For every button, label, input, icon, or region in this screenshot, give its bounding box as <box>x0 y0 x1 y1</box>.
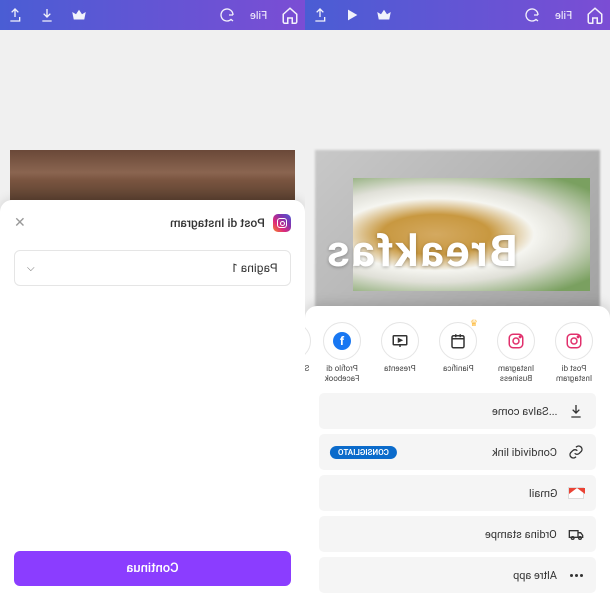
download-icon <box>567 402 585 420</box>
page-label: Pagina 1 <box>231 261 278 275</box>
left-screen: File Post di Instagram ✕ Pagina 1 ⌵ <box>0 0 305 600</box>
home-icon[interactable] <box>586 6 604 24</box>
canvas-left: Post di Instagram ✕ Pagina 1 ⌵ Continua <box>0 30 305 600</box>
download-icon[interactable] <box>38 6 56 24</box>
file-menu[interactable]: File <box>555 9 572 22</box>
export-sheet: Post di Instagram ✕ Pagina 1 ⌵ Continua <box>0 200 305 600</box>
canvas-overlay-text: Breakfas <box>325 225 518 277</box>
share-target-present[interactable]: Presenta <box>372 322 428 382</box>
share-row: Post di Instagram Instagram Business ♛ P… <box>305 316 610 386</box>
share-target-instagram-business[interactable]: Instagram Business <box>488 322 544 382</box>
truck-icon <box>567 525 585 543</box>
share-target-cut[interactable]: S Fa <box>305 322 312 382</box>
redo-icon[interactable] <box>218 6 236 24</box>
toolbar-left: File <box>0 0 305 30</box>
sheet-header: Post di Instagram ✕ <box>14 214 291 232</box>
right-screen: File Breakfas Post di Instagram <box>305 0 610 600</box>
close-icon[interactable]: ✕ <box>14 215 26 231</box>
canvas-image-wood <box>10 150 295 200</box>
crown-icon[interactable] <box>375 6 393 24</box>
toolbar-right: File <box>305 0 610 30</box>
continue-button[interactable]: Continua <box>14 551 291 586</box>
redo-icon[interactable] <box>523 6 541 24</box>
link-icon <box>567 443 585 461</box>
home-icon[interactable] <box>281 6 299 24</box>
chevron-down-icon: ⌵ <box>27 263 35 274</box>
instagram-icon <box>273 214 291 232</box>
share-target-facebook[interactable]: f Profilo di Facebook <box>314 322 370 382</box>
action-gmail[interactable]: Gmail <box>319 475 596 511</box>
action-share-link[interactable]: Condividi link CONSIGLIATO <box>319 434 596 470</box>
premium-crown-icon: ♛ <box>468 319 478 329</box>
sheet-title: Post di Instagram <box>170 216 265 230</box>
action-order-prints[interactable]: Ordina stampe <box>319 516 596 552</box>
file-menu[interactable]: File <box>250 9 267 22</box>
share-icon[interactable] <box>311 6 329 24</box>
page-selector[interactable]: Pagina 1 ⌵ <box>14 250 291 286</box>
canvas-right: Breakfas Post di Instagram Instagram Bus… <box>305 30 610 600</box>
play-icon[interactable] <box>343 6 361 24</box>
action-save-as[interactable]: Salva come... <box>319 393 596 429</box>
action-more-apps[interactable]: Altre app <box>319 557 596 593</box>
share-target-schedule[interactable]: ♛ Pianifica <box>430 322 486 382</box>
share-target-instagram-post[interactable]: Post di Instagram <box>546 322 602 382</box>
more-icon <box>567 566 585 584</box>
recommended-badge: CONSIGLIATO <box>330 446 397 459</box>
facebook-icon: f <box>333 332 351 350</box>
gmail-icon <box>567 484 585 502</box>
share-icon[interactable] <box>6 6 24 24</box>
crown-icon[interactable] <box>70 6 88 24</box>
share-sheet: Post di Instagram Instagram Business ♛ P… <box>305 306 610 600</box>
action-list: Salva come... Condividi link CONSIGLIATO… <box>305 386 610 600</box>
